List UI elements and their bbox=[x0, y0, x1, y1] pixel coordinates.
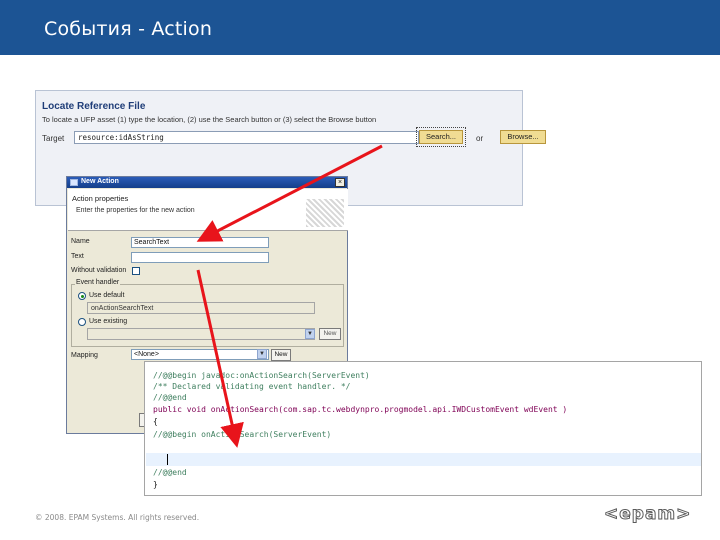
code-line: //@@end bbox=[153, 393, 187, 402]
locate-panel-hint: To locate a UFP asset (1) type the locat… bbox=[42, 115, 377, 124]
use-default-radio[interactable] bbox=[78, 292, 86, 300]
banner-subtitle: Enter the properties for the new action bbox=[76, 207, 195, 214]
window-icon bbox=[70, 179, 78, 186]
code-line: /** Declared validating event handler. *… bbox=[153, 382, 351, 391]
code-line: { bbox=[153, 417, 158, 426]
text-input[interactable] bbox=[131, 252, 269, 263]
mapping-label: Mapping bbox=[71, 352, 98, 359]
dialog-title: New Action bbox=[81, 178, 119, 185]
new-mapping-button[interactable]: New bbox=[271, 349, 291, 361]
code-line: public void onActionSearch(com.sap.tc.we… bbox=[153, 405, 568, 414]
text-caret bbox=[167, 454, 168, 465]
epam-logo: <epam> bbox=[604, 504, 692, 525]
target-label: Target bbox=[42, 134, 65, 143]
code-line: //@@begin onActionSearch(ServerEvent) bbox=[153, 430, 332, 439]
code-line: //@@begin javadoc:onActionSearch(ServerE… bbox=[153, 371, 370, 380]
target-input[interactable]: resource:idAsString bbox=[74, 131, 419, 144]
banner-graphic-icon bbox=[306, 199, 344, 227]
use-existing-label: Use existing bbox=[89, 318, 128, 325]
slide-title: События - Action bbox=[44, 18, 213, 40]
code-editor[interactable]: //@@begin javadoc:onActionSearch(ServerE… bbox=[144, 361, 702, 496]
mapping-select[interactable]: <None> bbox=[131, 349, 269, 360]
existing-handler-select[interactable] bbox=[87, 328, 315, 340]
dialog-banner: Action properties Enter the properties f… bbox=[68, 189, 348, 231]
chevron-down-icon[interactable]: ▼ bbox=[305, 329, 315, 339]
name-input[interactable]: SearchText bbox=[131, 237, 269, 248]
dialog-titlebar[interactable]: New Action × bbox=[67, 177, 347, 188]
name-label: Name bbox=[71, 238, 90, 245]
without-validation-label: Without validation bbox=[71, 267, 127, 274]
mapping-chevron-down-icon[interactable]: ▼ bbox=[257, 349, 267, 359]
locate-panel-title: Locate Reference File bbox=[42, 101, 146, 112]
header-divider bbox=[0, 55, 720, 57]
close-icon[interactable]: × bbox=[335, 178, 345, 187]
default-handler-field: onActionSearchText bbox=[87, 302, 315, 314]
use-existing-radio[interactable] bbox=[78, 318, 86, 326]
new-handler-button[interactable]: New bbox=[319, 328, 341, 340]
browse-button[interactable]: Browse... bbox=[500, 130, 546, 144]
text-label: Text bbox=[71, 253, 84, 260]
search-button[interactable]: Search... bbox=[419, 130, 463, 144]
code-line: //@@end bbox=[153, 468, 187, 477]
banner-title: Action properties bbox=[72, 194, 129, 203]
or-label: or bbox=[476, 134, 484, 143]
code-line: } bbox=[153, 480, 158, 489]
event-handler-label: Event handler bbox=[75, 279, 121, 286]
without-validation-checkbox[interactable] bbox=[132, 267, 140, 275]
use-default-label: Use default bbox=[89, 292, 125, 299]
current-line-highlight bbox=[146, 453, 701, 466]
copyright-footer: © 2008. EPAM Systems. All rights reserve… bbox=[35, 513, 200, 522]
slide-header: События - Action bbox=[0, 0, 720, 55]
